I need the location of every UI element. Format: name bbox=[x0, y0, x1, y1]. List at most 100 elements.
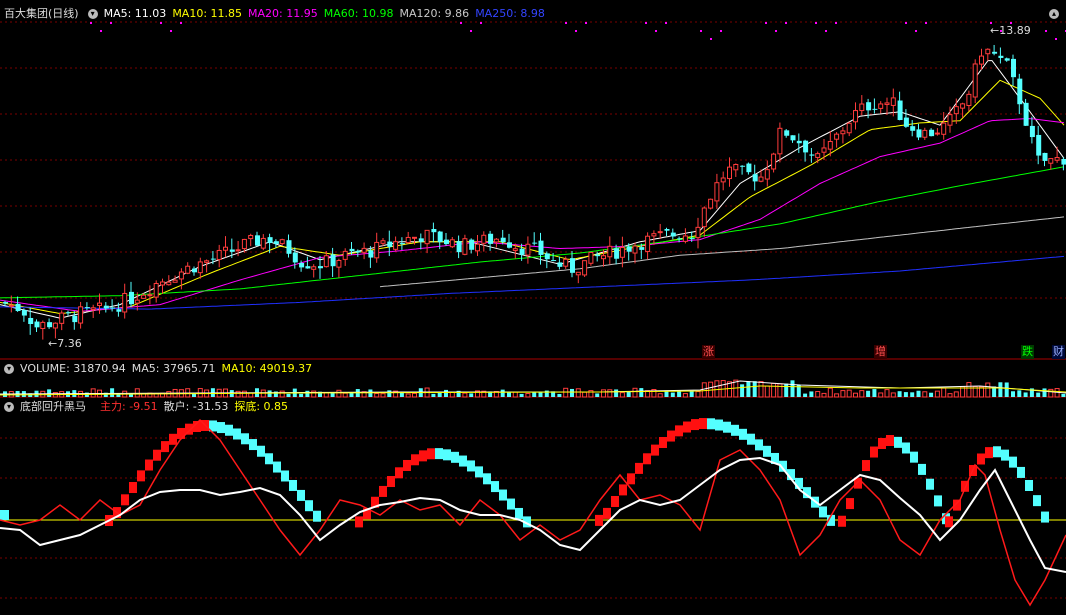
main-force-block bbox=[249, 439, 257, 451]
signal-dot bbox=[915, 30, 917, 32]
main-force-block bbox=[403, 459, 411, 471]
main-force-block bbox=[993, 446, 1001, 458]
candle-body bbox=[575, 271, 581, 276]
main-force-block bbox=[467, 460, 475, 472]
volume-bar bbox=[241, 390, 247, 398]
volume-bar bbox=[614, 389, 619, 397]
volume-readout: VOLUME: 31870.94 bbox=[20, 362, 126, 375]
volume-bar bbox=[299, 393, 304, 397]
candle-body bbox=[809, 154, 815, 156]
candle-body bbox=[336, 259, 342, 268]
candle-body bbox=[853, 110, 858, 123]
volume-bar bbox=[966, 382, 972, 398]
indicator-settings-icon[interactable]: ▾ bbox=[4, 402, 14, 412]
indicator-plot bbox=[0, 418, 1066, 607]
candle-body bbox=[834, 133, 840, 140]
volume-bar bbox=[431, 393, 436, 397]
signal-dot bbox=[160, 22, 162, 24]
candle-body bbox=[129, 291, 134, 305]
main-force-block bbox=[1001, 449, 1009, 461]
candle-body bbox=[380, 240, 386, 244]
signal-dot bbox=[720, 30, 722, 32]
candle-body bbox=[771, 153, 777, 170]
candle-body bbox=[607, 245, 613, 258]
candle-body bbox=[122, 292, 128, 313]
candle-body bbox=[972, 63, 978, 98]
volume-bar bbox=[670, 392, 675, 397]
candle-body bbox=[689, 238, 695, 240]
candle-body bbox=[519, 248, 525, 255]
main-force-block bbox=[945, 516, 953, 528]
main-force-block bbox=[483, 473, 491, 485]
volume-bar bbox=[1004, 382, 1009, 397]
candle-body bbox=[323, 255, 329, 268]
signal-dot bbox=[585, 22, 587, 24]
event-marker-increase[interactable]: 增 bbox=[874, 345, 887, 359]
candle-body bbox=[15, 303, 21, 312]
candlestick-series bbox=[3, 44, 1066, 340]
main-force-block bbox=[635, 462, 643, 474]
main-force-block bbox=[918, 463, 926, 475]
ma20-line bbox=[0, 118, 1065, 312]
volume-bar bbox=[336, 389, 342, 398]
volume-settings-icon[interactable]: ▾ bbox=[4, 364, 14, 374]
candle-body bbox=[645, 235, 651, 252]
candle-body bbox=[318, 266, 323, 269]
candle-body bbox=[632, 245, 638, 254]
event-marker-finance[interactable]: 财 bbox=[1052, 345, 1065, 359]
candle-body bbox=[424, 229, 430, 245]
stock-chart[interactable] bbox=[0, 0, 1066, 615]
main-force-block bbox=[739, 428, 747, 440]
event-marker-fall[interactable]: 跌 bbox=[1021, 345, 1034, 359]
candle-body bbox=[1004, 58, 1010, 61]
trend-line bbox=[0, 456, 1066, 573]
volume-bar bbox=[803, 393, 808, 397]
candle-body bbox=[299, 262, 305, 268]
candle-body bbox=[185, 265, 191, 274]
main-force-block bbox=[169, 433, 177, 445]
main-force-block bbox=[902, 442, 910, 454]
volume-bar bbox=[1023, 392, 1028, 397]
candle-body bbox=[708, 198, 714, 209]
volume-bar bbox=[689, 390, 694, 397]
candle-body bbox=[846, 122, 852, 134]
collapse-circle-icon[interactable]: ▴ bbox=[1049, 9, 1059, 19]
main-force-block bbox=[177, 427, 185, 439]
settings-circle-icon[interactable]: ▾ bbox=[87, 9, 98, 19]
volume-bar bbox=[525, 392, 531, 398]
volume-bar bbox=[890, 392, 896, 398]
main-force-block bbox=[289, 479, 297, 491]
signal-dot bbox=[645, 22, 647, 24]
candle-body bbox=[758, 176, 764, 182]
volume-bar bbox=[1042, 388, 1047, 397]
signal-dot bbox=[775, 30, 777, 32]
candle-body bbox=[456, 241, 462, 253]
candle-body bbox=[752, 174, 758, 182]
candle-body bbox=[342, 250, 348, 260]
candle-body bbox=[992, 51, 998, 54]
volume-bar bbox=[840, 390, 846, 398]
signal-dot bbox=[665, 22, 667, 24]
candle-body bbox=[947, 114, 953, 126]
candle-body bbox=[59, 312, 65, 324]
volume-bar bbox=[1036, 392, 1041, 397]
volume-bar bbox=[399, 392, 404, 397]
candle-body bbox=[827, 141, 833, 150]
volume-bar bbox=[412, 392, 417, 398]
candle-body bbox=[34, 321, 40, 328]
candle-body bbox=[493, 238, 499, 243]
candle-body bbox=[1036, 134, 1042, 156]
candle-body bbox=[532, 242, 538, 244]
candle-body bbox=[47, 322, 53, 328]
main-force-block bbox=[1025, 479, 1033, 491]
candle-body bbox=[311, 266, 317, 270]
main-force-block bbox=[499, 489, 507, 501]
volume-bar bbox=[677, 391, 682, 397]
ma10-readout: MA10: 11.85 bbox=[172, 7, 243, 20]
volume-bar bbox=[853, 392, 858, 398]
signal-dot bbox=[480, 22, 482, 24]
candle-body bbox=[72, 315, 78, 323]
event-marker-rise[interactable]: 涨 bbox=[702, 345, 715, 359]
candle-body bbox=[651, 233, 657, 237]
candle-body bbox=[512, 248, 518, 251]
